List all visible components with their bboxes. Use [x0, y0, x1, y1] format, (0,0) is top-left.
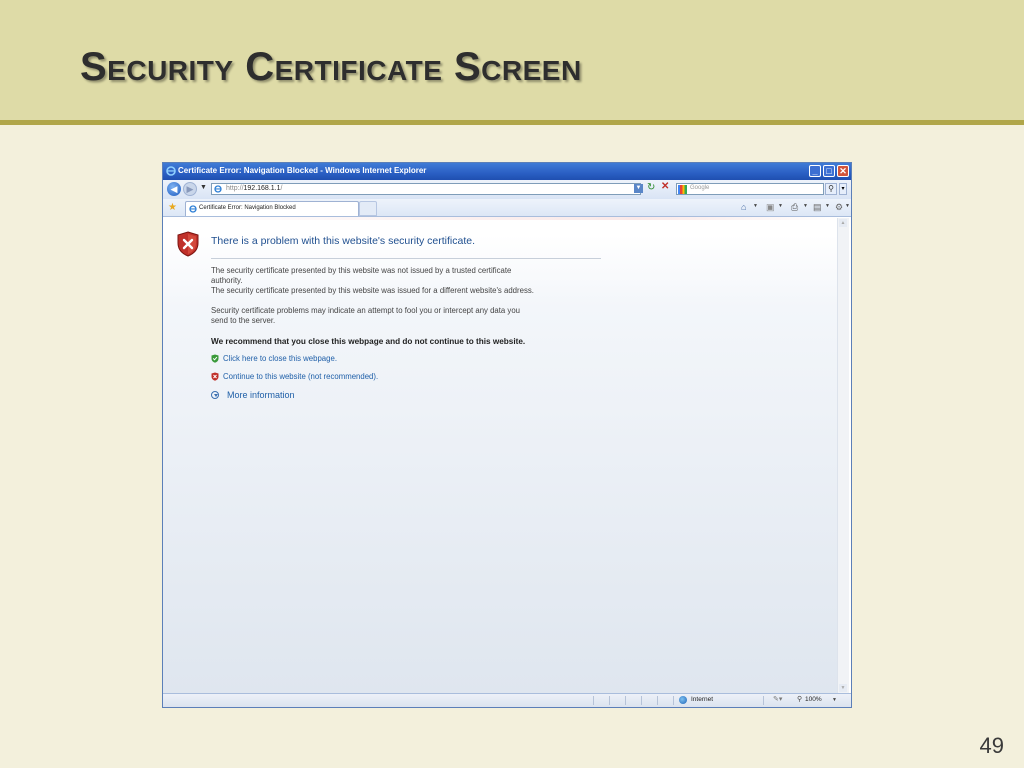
expand-chevron-icon[interactable]	[211, 391, 219, 399]
heading-divider	[211, 258, 601, 259]
shield-error-icon	[177, 231, 199, 257]
status-divider	[641, 696, 642, 705]
minimize-button[interactable]: _	[809, 165, 821, 177]
address-dropdown-button[interactable]: ▼	[634, 184, 643, 193]
page-content: There is a problem with this website's s…	[163, 217, 839, 693]
text-line: authority.	[211, 276, 243, 285]
print-dropdown-icon[interactable]: ▼	[803, 203, 808, 209]
page-menu-icon[interactable]: ▤	[813, 202, 822, 213]
scroll-up-arrow-icon[interactable]: ▲	[839, 219, 847, 227]
search-options-button[interactable]: ▾	[839, 183, 847, 195]
slide-title: Security Certificate Screen	[80, 45, 582, 89]
text-line: The security certificate presented by th…	[211, 266, 512, 275]
tab-certificate-error[interactable]: Certificate Error: Navigation Blocked	[185, 201, 359, 216]
page-dropdown-icon[interactable]: ▼	[825, 203, 830, 209]
stop-icon[interactable]: ✕	[661, 181, 669, 192]
more-information-link[interactable]: More information	[227, 390, 295, 400]
text-line: send to the server.	[211, 316, 276, 325]
navigation-bar: ◀ ▶ ▼ http://192.168.1.1/ ▼ ↻ ✕ Google ⚲…	[163, 180, 851, 200]
warning-text: Security certificate problems may indica…	[211, 306, 611, 326]
home-dropdown-icon[interactable]: ▼	[753, 203, 758, 209]
status-divider	[609, 696, 610, 705]
tools-dropdown-icon[interactable]: ▼	[845, 203, 850, 209]
search-placeholder: Google	[690, 185, 710, 191]
status-divider	[657, 696, 658, 705]
status-divider	[625, 696, 626, 705]
recommendation-text: We recommend that you close this webpage…	[211, 337, 526, 346]
maximize-button[interactable]: □	[823, 165, 835, 177]
print-icon[interactable]: ⎙	[791, 202, 798, 213]
recent-pages-dropdown-icon[interactable]: ▼	[200, 184, 207, 191]
feeds-dropdown-icon[interactable]: ▼	[778, 203, 783, 209]
tab-title: Certificate Error: Navigation Blocked	[199, 205, 296, 211]
status-divider	[593, 696, 594, 705]
tools-menu-icon[interactable]: ⚙	[835, 202, 843, 213]
close-window-button[interactable]: ✕	[837, 165, 849, 177]
refresh-icon[interactable]: ↻	[647, 182, 655, 193]
tab-bar: ★ Certificate Error: Navigation Blocked …	[163, 199, 851, 217]
address-url: http://192.168.1.1/	[226, 185, 283, 192]
page-ie-icon	[214, 185, 222, 193]
slide-number: 49	[979, 733, 1004, 758]
certificate-issues-text: The security certificate presented by th…	[211, 266, 611, 296]
favorites-star-icon[interactable]: ★	[168, 202, 177, 213]
search-icon: ⚲	[828, 184, 834, 193]
window-title: Certificate Error: Navigation Blocked - …	[178, 166, 427, 175]
search-button[interactable]: ⚲	[825, 183, 837, 195]
close-webpage-link[interactable]: Click here to close this webpage.	[223, 354, 337, 363]
new-tab-button[interactable]	[359, 201, 377, 216]
back-icon: ◀	[170, 184, 178, 194]
status-divider	[763, 696, 764, 705]
google-logo-icon	[678, 185, 687, 194]
zoom-icon[interactable]: ⚲	[797, 695, 802, 703]
security-zone-label[interactable]: Internet	[691, 696, 713, 703]
zoom-level[interactable]: 100%	[805, 696, 822, 703]
zoom-dropdown-icon[interactable]: ▼	[832, 697, 837, 703]
header-rule	[0, 120, 1024, 125]
protected-mode-icon[interactable]: ✎▾	[773, 695, 782, 703]
search-input[interactable]: Google	[676, 183, 824, 195]
feeds-icon[interactable]: ▣	[766, 202, 775, 213]
error-heading: There is a problem with this website's s…	[211, 235, 476, 247]
forward-icon: ▶	[186, 184, 194, 194]
tab-ie-icon	[189, 205, 197, 213]
shield-check-icon	[211, 354, 219, 363]
window-titlebar[interactable]: Certificate Error: Navigation Blocked - …	[163, 163, 851, 180]
ie-window: Certificate Error: Navigation Blocked - …	[162, 162, 852, 708]
text-line: The security certificate presented by th…	[211, 286, 534, 295]
text-line: Security certificate problems may indica…	[211, 306, 521, 315]
ie-logo-icon	[166, 166, 176, 176]
vertical-scrollbar[interactable]: ▲ ▼	[837, 218, 849, 693]
shield-x-icon	[211, 372, 219, 381]
forward-button[interactable]: ▶	[183, 182, 197, 196]
home-icon[interactable]: ⌂	[741, 202, 746, 212]
scroll-down-arrow-icon[interactable]: ▼	[839, 684, 847, 692]
address-bar[interactable]: http://192.168.1.1/	[211, 183, 641, 195]
globe-icon	[679, 696, 687, 704]
status-divider	[673, 696, 674, 705]
status-bar: Internet ✎▾ ⚲ 100% ▼	[163, 693, 851, 707]
continue-to-website-link[interactable]: Continue to this website (not recommende…	[223, 372, 378, 381]
back-button[interactable]: ◀	[167, 182, 181, 196]
